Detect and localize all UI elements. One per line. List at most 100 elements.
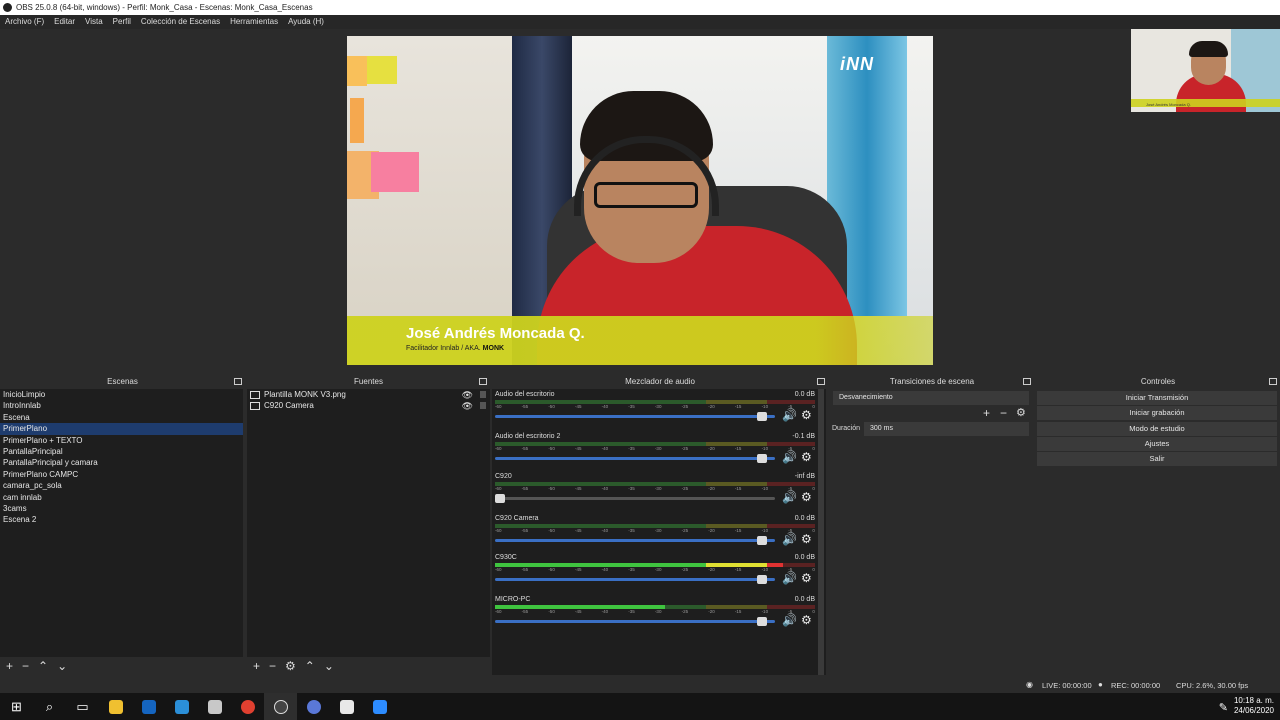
- scene-item[interactable]: PantallaPrincipal: [0, 446, 243, 457]
- system-clock[interactable]: 10:18 a. m. 24/06/2020: [1234, 696, 1274, 716]
- obs-icon[interactable]: [264, 693, 297, 720]
- remove-transition-icon[interactable]: −: [1000, 406, 1007, 420]
- meter-tick-label: -15: [734, 404, 742, 409]
- duration-input[interactable]: 300 ms: [864, 422, 1029, 436]
- pen-icon[interactable]: ✎: [1219, 701, 1228, 714]
- pip-lower-third: José Andrés Moncada Q.: [1131, 99, 1280, 107]
- speaker-icon[interactable]: 🔊: [782, 613, 797, 627]
- scene-item[interactable]: cam innlab: [0, 492, 243, 503]
- task-view-icon[interactable]: ▭: [66, 693, 99, 720]
- scene-item[interactable]: PrimerPlano + TEXTO: [0, 435, 243, 446]
- speaker-icon[interactable]: 🔊: [782, 408, 797, 422]
- volume-slider-handle[interactable]: [756, 575, 767, 584]
- app-icon[interactable]: [297, 693, 330, 720]
- preview-video[interactable]: iNN José Andrés Moncada Q. Facilitador I…: [347, 36, 933, 365]
- menu-herramientas[interactable]: Herramientas: [225, 15, 283, 29]
- volume-slider-handle[interactable]: [756, 536, 767, 545]
- gear-icon[interactable]: ⚙: [285, 659, 296, 673]
- settings-button[interactable]: Ajustes: [1037, 437, 1277, 451]
- volume-slider-handle[interactable]: [756, 454, 767, 463]
- speaker-icon[interactable]: 🔊: [782, 532, 797, 546]
- menu-archivo[interactable]: Archivo (F): [0, 15, 49, 29]
- sources-list[interactable]: Plantilla MONK V3.png 👁 C920 Camera 👁: [247, 389, 490, 657]
- zoom-icon[interactable]: [363, 693, 396, 720]
- menu-ayuda[interactable]: Ayuda (H): [283, 15, 329, 29]
- gear-icon[interactable]: ⚙: [801, 613, 812, 627]
- scene-item[interactable]: 3cams: [0, 503, 243, 514]
- windows-start-icon[interactable]: ⊞: [0, 693, 33, 720]
- menu-perfil[interactable]: Perfil: [108, 15, 136, 29]
- volume-slider[interactable]: [495, 617, 775, 626]
- search-icon[interactable]: ⌕: [33, 693, 66, 720]
- undock-icon[interactable]: [817, 378, 825, 385]
- volume-slider[interactable]: [495, 494, 775, 503]
- remove-source-icon[interactable]: −: [269, 659, 276, 673]
- volume-slider-handle[interactable]: [756, 617, 767, 626]
- eye-icon[interactable]: 👁: [462, 401, 473, 412]
- undock-icon[interactable]: [234, 378, 242, 385]
- add-scene-icon[interactable]: +: [6, 659, 13, 673]
- start-streaming-button[interactable]: Iniciar Transmisión: [1037, 391, 1277, 405]
- menu-vista[interactable]: Vista: [80, 15, 108, 29]
- volume-slider-handle[interactable]: [756, 412, 767, 421]
- undock-icon[interactable]: [1269, 378, 1277, 385]
- scene-item[interactable]: InicioLimpio: [0, 389, 243, 400]
- meter-tick-label: -40: [601, 404, 609, 409]
- meter-tick-label: -30: [654, 486, 662, 491]
- chrome-icon[interactable]: [231, 693, 264, 720]
- move-up-icon[interactable]: ⌃: [38, 659, 48, 673]
- start-recording-button[interactable]: Iniciar grabación: [1037, 406, 1277, 420]
- gear-icon[interactable]: ⚙: [801, 532, 812, 546]
- paint-icon[interactable]: [198, 693, 231, 720]
- mixer-scrollbar[interactable]: [818, 389, 824, 675]
- vscode-icon[interactable]: [165, 693, 198, 720]
- lock-icon[interactable]: [480, 391, 486, 398]
- undock-icon[interactable]: [479, 378, 487, 385]
- speaker-icon[interactable]: 🔊: [782, 450, 797, 464]
- volume-slider[interactable]: [495, 575, 775, 584]
- gear-icon[interactable]: ⚙: [801, 450, 812, 464]
- meter-tick-label: -10: [761, 609, 769, 614]
- exit-button[interactable]: Salir: [1037, 452, 1277, 466]
- gear-icon[interactable]: ⚙: [801, 490, 812, 504]
- scenes-list[interactable]: InicioLimpio IntroInnlab Escena PrimerPl…: [0, 389, 243, 657]
- move-down-icon[interactable]: ⌄: [57, 659, 67, 673]
- undock-icon[interactable]: [1023, 378, 1031, 385]
- volume-slider[interactable]: [495, 454, 775, 463]
- outlook-icon[interactable]: [132, 693, 165, 720]
- meter-tick-label: -60: [495, 486, 502, 491]
- source-item[interactable]: C920 Camera 👁: [247, 400, 490, 411]
- move-up-icon[interactable]: ⌃: [305, 659, 315, 673]
- add-transition-icon[interactable]: +: [983, 406, 990, 420]
- volume-slider-handle[interactable]: [495, 494, 505, 503]
- scene-item[interactable]: camara_pc_sola: [0, 480, 243, 491]
- remove-scene-icon[interactable]: −: [22, 659, 29, 673]
- studio-mode-button[interactable]: Modo de estudio: [1037, 422, 1277, 436]
- scene-item-selected[interactable]: PrimerPlano: [0, 423, 243, 435]
- scenes-dock-title: Escenas: [0, 375, 245, 389]
- scene-item[interactable]: PrimerPlano CAMPC: [0, 469, 243, 480]
- speaker-icon[interactable]: 🔊: [782, 490, 797, 504]
- channel-db: -0.1 dB: [792, 433, 815, 440]
- speaker-icon[interactable]: 🔊: [782, 571, 797, 585]
- scene-item[interactable]: PantallaPrincipal y camara: [0, 457, 243, 468]
- gear-icon[interactable]: ⚙: [1016, 406, 1026, 419]
- preview-area[interactable]: iNN José Andrés Moncada Q. Facilitador I…: [0, 29, 1280, 374]
- source-item[interactable]: Plantilla MONK V3.png 👁: [247, 389, 490, 400]
- scene-item[interactable]: Escena 2: [0, 514, 243, 525]
- clock-date: 24/06/2020: [1233, 706, 1274, 715]
- gear-icon[interactable]: ⚙: [801, 571, 812, 585]
- slack-icon[interactable]: [330, 693, 363, 720]
- menu-coleccion-escenas[interactable]: Colección de Escenas: [136, 15, 225, 29]
- gear-icon[interactable]: ⚙: [801, 408, 812, 422]
- lock-icon[interactable]: [480, 402, 486, 410]
- move-down-icon[interactable]: ⌄: [324, 659, 334, 673]
- scene-item[interactable]: IntroInnlab: [0, 400, 243, 411]
- volume-slider[interactable]: [495, 412, 775, 421]
- volume-slider[interactable]: [495, 536, 775, 545]
- file-explorer-icon[interactable]: [99, 693, 132, 720]
- menu-editar[interactable]: Editar: [49, 15, 80, 29]
- scene-item[interactable]: Escena: [0, 412, 243, 423]
- add-source-icon[interactable]: +: [253, 659, 260, 673]
- transition-select[interactable]: Desvanecimiento: [833, 391, 1029, 405]
